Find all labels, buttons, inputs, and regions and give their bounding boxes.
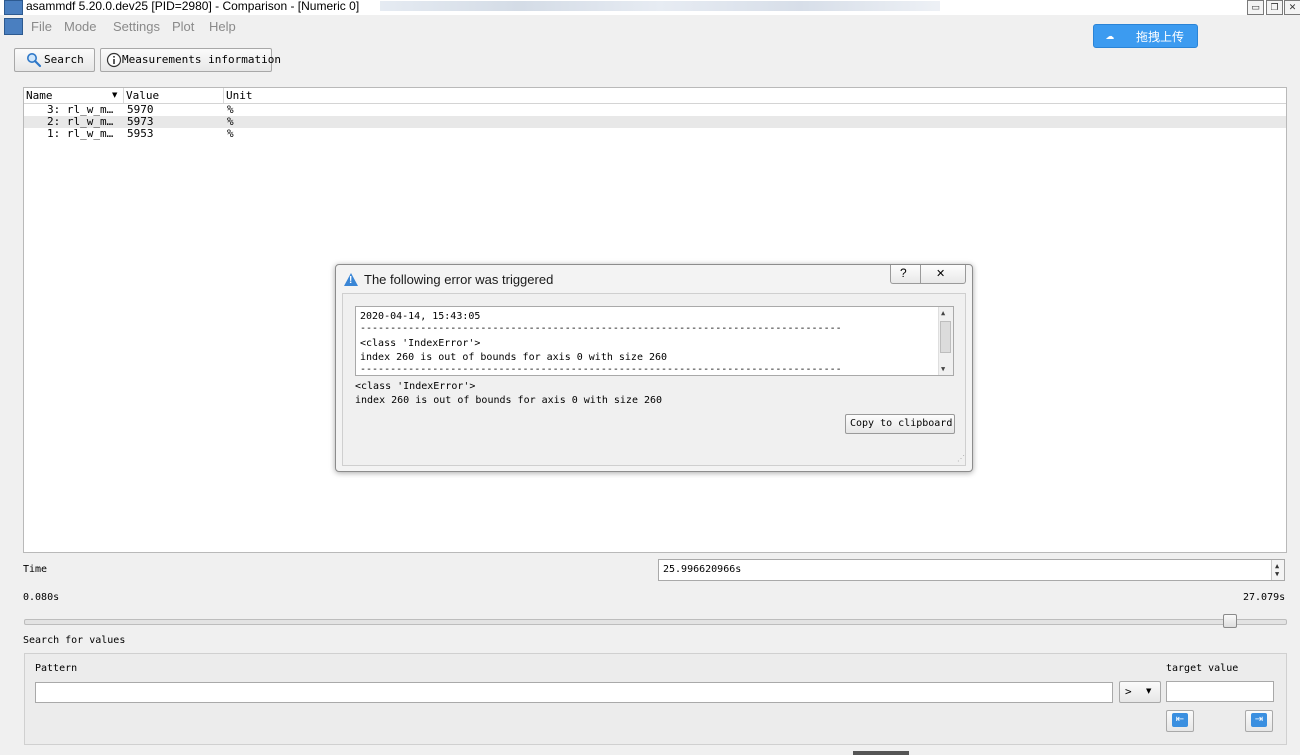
menu-file[interactable]: File (31, 19, 52, 34)
column-separator (123, 88, 124, 103)
details-line: index 260 is out of bounds for axis 0 wi… (360, 352, 668, 363)
resize-grip-icon[interactable]: ⋰ (957, 454, 965, 463)
column-header-name[interactable]: Name (26, 89, 53, 102)
window-title: asammdf 5.20.0.dev25 [PID=2980] - Compar… (26, 0, 360, 13)
search-forward-button[interactable]: ⇥ (1245, 710, 1273, 732)
arrow-right-icon: ⇥ (1251, 713, 1267, 727)
column-header-unit[interactable]: Unit (226, 89, 253, 102)
restore-button[interactable]: ❐ (1266, 0, 1283, 15)
button-separator (920, 265, 921, 283)
close-button[interactable]: ✕ (1284, 0, 1300, 15)
pattern-input[interactable] (35, 682, 1113, 703)
column-header-value[interactable]: Value (126, 89, 159, 102)
time-spinbox[interactable]: 25.996620966s ▲ ▼ (658, 559, 1285, 581)
details-scrollbar[interactable]: ▲ ▼ (938, 307, 953, 375)
table-header: Name ▼ Value Unit (24, 88, 1286, 104)
dialog-close-button[interactable]: ✕ (936, 267, 945, 280)
dialog-body: 2020-04-14, 15:43:05 -------------------… (342, 293, 966, 466)
menu-mode[interactable]: Mode (64, 19, 97, 34)
spin-up-icon[interactable]: ▲ (1275, 562, 1279, 570)
table-row[interactable]: 1: rl_w_m… 5953 % (24, 127, 1286, 140)
error-details-textbox[interactable]: 2020-04-14, 15:43:05 -------------------… (355, 306, 954, 376)
target-value-label: target value (1166, 663, 1239, 674)
app-icon (4, 0, 23, 15)
details-line: ----------------------------------------… (360, 364, 842, 375)
row-value: 5953 (127, 127, 154, 140)
target-value-input[interactable] (1166, 681, 1274, 702)
help-button[interactable]: ? (900, 266, 907, 280)
menu-plot[interactable]: Plot (172, 19, 194, 34)
taskbar-indicator (853, 751, 909, 755)
row-name: 1: rl_w_m… (47, 127, 114, 140)
blurred-region (380, 1, 940, 11)
search-backward-button[interactable]: ⇤ (1166, 710, 1194, 732)
minimize-button[interactable]: ▭ (1247, 0, 1264, 15)
sort-indicator-icon: ▼ (112, 91, 118, 99)
dialog-title-buttons: ? ✕ (890, 265, 966, 284)
menu-help[interactable]: Help (209, 19, 236, 34)
time-label: Time (23, 564, 48, 575)
window-title-bar: asammdf 5.20.0.dev25 [PID=2980] - Compar… (0, 0, 1300, 15)
search-button-label: Search (44, 53, 84, 66)
scroll-down-icon[interactable]: ▼ (941, 365, 945, 373)
cloud-upload-label: 拖拽上传 (1136, 30, 1185, 44)
error-message-class: <class 'IndexError'> (355, 381, 476, 392)
spin-down-icon[interactable]: ▼ (1275, 570, 1279, 578)
column-separator (223, 88, 224, 103)
warning-mark: ! (349, 275, 353, 286)
scroll-up-icon[interactable]: ▲ (941, 309, 945, 317)
cloud-icon: ☁ (1105, 27, 1115, 43)
operator-select[interactable]: > ▼ (1119, 681, 1161, 703)
time-slider-handle[interactable] (1223, 614, 1237, 628)
time-slider-track[interactable] (24, 619, 1287, 625)
measurements-information-label: Measurements information (122, 53, 281, 66)
dialog-title: The following error was triggered (364, 272, 554, 287)
copy-to-clipboard-label: Copy to clipboard (850, 418, 953, 429)
details-line: ----------------------------------------… (360, 323, 842, 334)
details-line: 2020-04-14, 15:43:05 (360, 311, 481, 322)
row-unit: % (227, 127, 234, 140)
error-dialog: ! The following error was triggered ? ✕ … (335, 264, 973, 472)
time-min-label: 0.080s (23, 592, 60, 603)
time-max-label: 27.079s (1243, 592, 1286, 603)
pattern-label: Pattern (35, 663, 78, 674)
error-message-text: index 260 is out of bounds for axis 0 wi… (355, 395, 663, 406)
chevron-down-icon: ▼ (1146, 687, 1152, 695)
cloud-upload-button[interactable]: ☁ 拖拽上传 (1093, 24, 1198, 48)
time-value: 25.996620966s (663, 564, 742, 575)
measurements-information-button[interactable]: Measurements information (100, 48, 281, 72)
arrow-left-icon: ⇤ (1172, 713, 1188, 727)
time-spin-buttons[interactable]: ▲ ▼ (1271, 560, 1284, 580)
table-row[interactable]: 3: rl_w_m… 5970 % (24, 103, 1286, 116)
operator-value: > (1125, 685, 1132, 698)
search-values-label: Search for values (23, 635, 126, 646)
search-button[interactable]: Search (14, 48, 95, 72)
app-icon (4, 18, 23, 35)
menu-settings[interactable]: Settings (113, 19, 160, 34)
scroll-thumb[interactable] (940, 321, 951, 353)
details-line: <class 'IndexError'> (360, 338, 481, 349)
info-icon (106, 52, 122, 68)
copy-to-clipboard-button[interactable]: Copy to clipboard (845, 414, 955, 434)
search-icon (27, 53, 42, 68)
table-row[interactable]: 2: rl_w_m… 5973 % (24, 115, 1286, 128)
